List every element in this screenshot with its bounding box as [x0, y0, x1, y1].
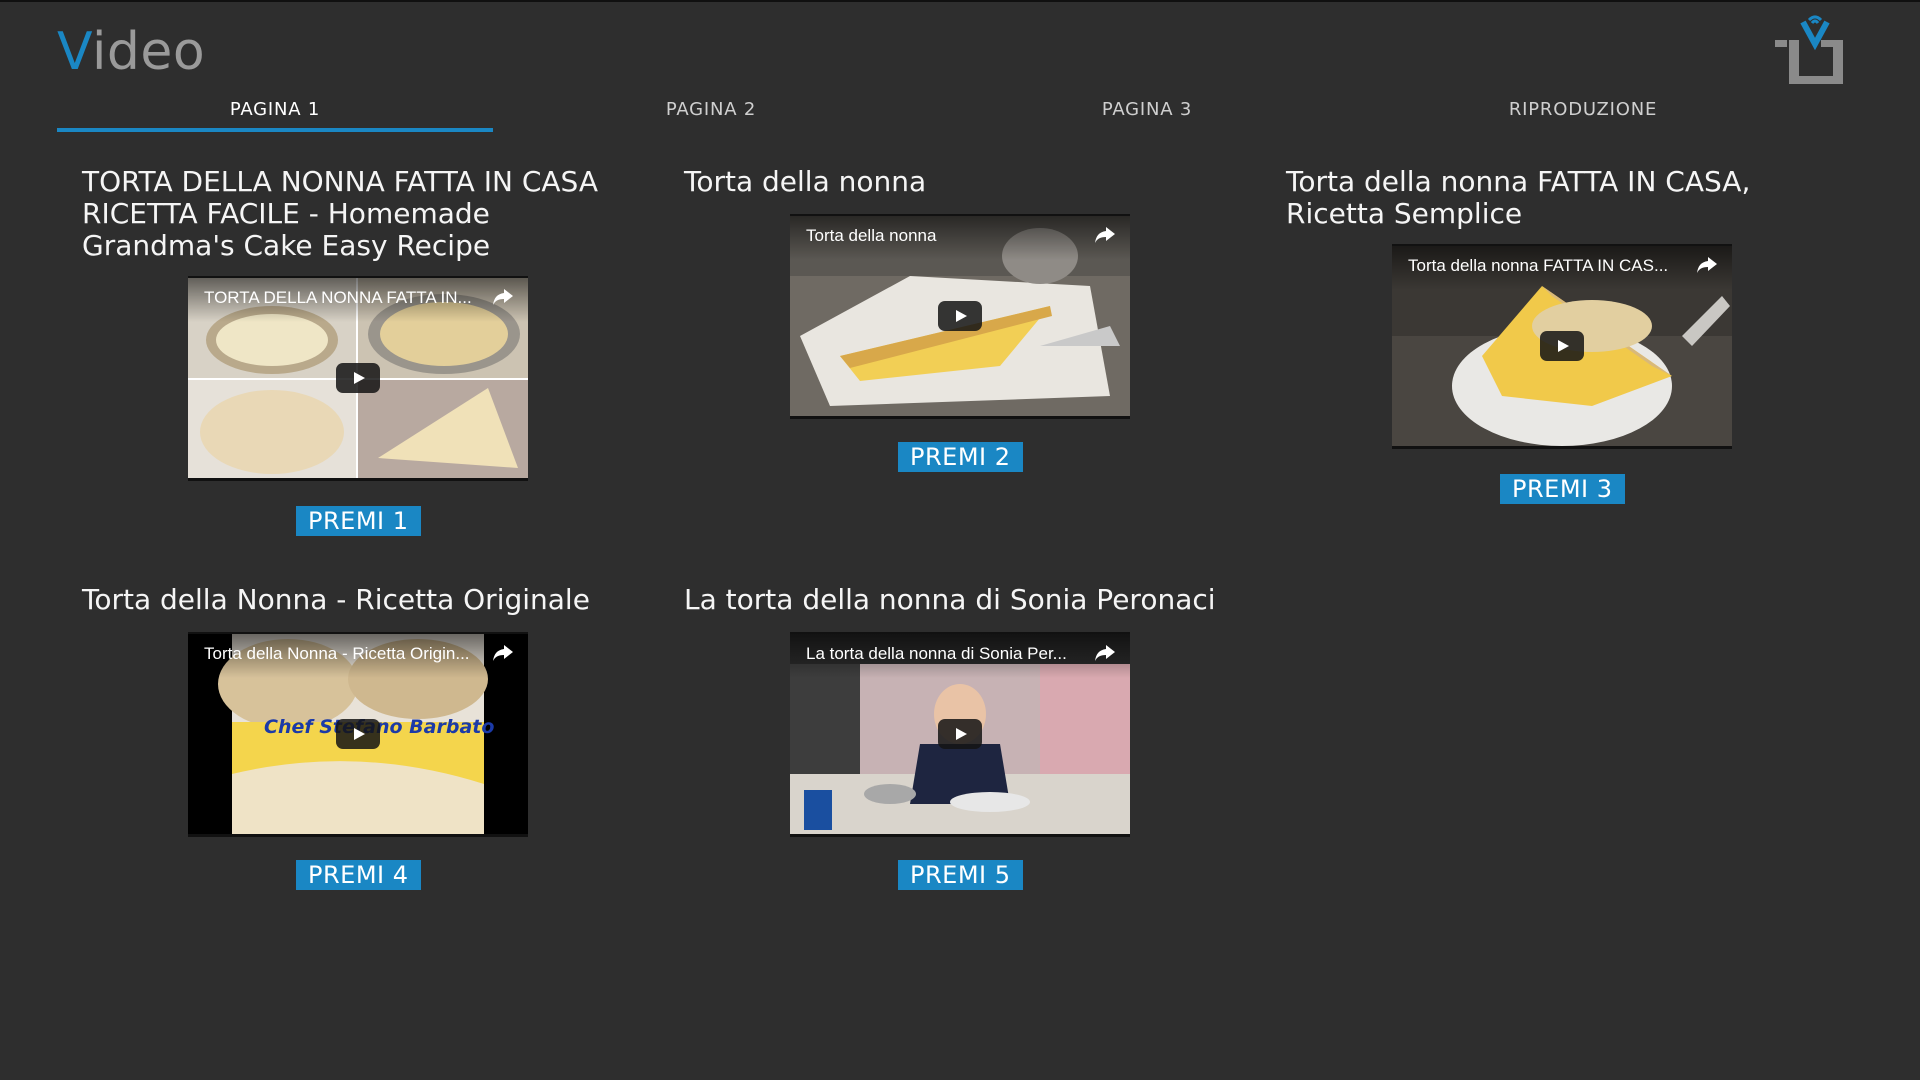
video-thumbnail[interactable]: La torta della nonna di Sonia Per... [790, 632, 1130, 837]
play-icon[interactable] [1540, 331, 1584, 361]
thumbnail-title: La torta della nonna di Sonia Per... [806, 644, 1067, 663]
video-thumbnail[interactable]: Torta della Nonna - Ricetta Origin... Ch… [188, 632, 528, 837]
thumbnail-title: TORTA DELLA NONNA FATTA IN... [204, 288, 472, 307]
tv-logo-icon [1775, 15, 1843, 84]
active-tab-indicator [57, 128, 493, 132]
app-title: Video [57, 20, 205, 84]
share-icon[interactable] [492, 643, 514, 663]
video-title: Torta della nonna FATTA IN CASA, Ricetta… [1286, 165, 1751, 230]
premi-4-button[interactable]: PREMI 4 [296, 860, 421, 890]
premi-3-button[interactable]: PREMI 3 [1500, 474, 1625, 504]
video-card-2: Torta della nonna Torta della nonna [684, 166, 1244, 419]
video-card-1: TORTA DELLA NONNA FATTA IN CASA RICETTA … [82, 166, 642, 481]
app-title-accent: V [57, 22, 92, 82]
video-thumbnail[interactable]: Torta della nonna [790, 214, 1130, 419]
video-thumbnail[interactable]: Torta della nonna FATTA IN CAS... [1392, 244, 1732, 449]
share-icon[interactable] [1094, 225, 1116, 245]
thumbnail-title: Torta della nonna FATTA IN CAS... [1408, 256, 1669, 275]
video-title: La torta della nonna di Sonia Peronaci [684, 583, 1216, 616]
share-icon[interactable] [1094, 643, 1116, 663]
play-icon[interactable] [336, 363, 380, 393]
thumbnail-title: Torta della Nonna - Ricetta Origin... [204, 644, 470, 663]
video-title: Torta della Nonna - Ricetta Originale [82, 583, 590, 616]
share-icon[interactable] [492, 287, 514, 307]
premi-2-button[interactable]: PREMI 2 [898, 442, 1023, 472]
premi-5-button[interactable]: PREMI 5 [898, 860, 1023, 890]
play-icon[interactable] [938, 301, 982, 331]
top-border [0, 0, 1920, 2]
tab-riproduzione[interactable]: RIPRODUZIONE [1365, 92, 1801, 134]
video-card-3: Torta della nonna FATTA IN CASA, Ricetta… [1286, 166, 1846, 449]
play-icon[interactable] [938, 719, 982, 749]
share-icon[interactable] [1696, 255, 1718, 275]
tab-bar: PAGINA 1 PAGINA 2 PAGINA 3 RIPRODUZIONE [57, 92, 1801, 134]
play-icon[interactable] [336, 719, 380, 749]
premi-1-button[interactable]: PREMI 1 [296, 506, 421, 536]
app-title-rest: ideo [91, 22, 206, 82]
video-card-5: La torta della nonna di Sonia Peronaci L… [684, 584, 1244, 837]
tab-pagina-3[interactable]: PAGINA 3 [929, 92, 1365, 134]
video-title: Torta della nonna [684, 165, 927, 198]
tab-pagina-2[interactable]: PAGINA 2 [493, 92, 929, 134]
thumbnail-title: Torta della nonna [806, 226, 937, 245]
video-title: TORTA DELLA NONNA FATTA IN CASA RICETTA … [82, 165, 598, 262]
video-card-4: Torta della Nonna - Ricetta Originale To… [82, 584, 642, 837]
video-thumbnail[interactable]: TORTA DELLA NONNA FATTA IN... [188, 276, 528, 481]
